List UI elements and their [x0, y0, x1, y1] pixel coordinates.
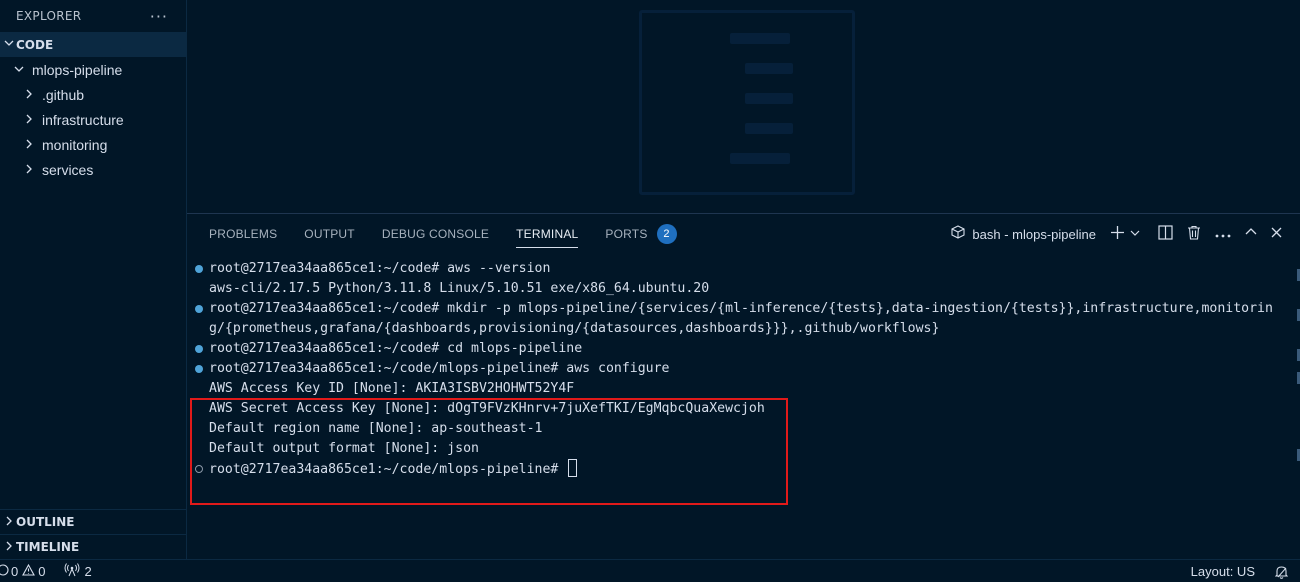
- problems-status[interactable]: 0 0: [0, 563, 46, 579]
- command-decoration-icon[interactable]: [195, 265, 203, 273]
- explorer-title: EXPLORER: [16, 9, 82, 23]
- chevron-down-icon: [2, 38, 16, 51]
- ports-count-badge: 2: [656, 224, 677, 244]
- more-actions-button[interactable]: [1215, 227, 1231, 242]
- ports-count: 2: [84, 564, 92, 579]
- explorer-header: EXPLORER ···: [0, 0, 186, 32]
- command-decoration-icon[interactable]: [195, 305, 203, 313]
- chevron-down-icon[interactable]: [1130, 227, 1140, 242]
- chevron-right-icon: [2, 541, 16, 554]
- chevron-down-icon: [12, 63, 26, 77]
- chevron-right-icon: [22, 138, 36, 152]
- warning-count: 0: [38, 564, 46, 579]
- editor-area: [187, 0, 1300, 213]
- command-decoration-icon[interactable]: [195, 365, 203, 373]
- tree-folder-label: mlops-pipeline: [32, 61, 123, 78]
- section-timeline[interactable]: TIMELINE: [0, 534, 186, 559]
- kill-terminal-button[interactable]: [1187, 225, 1201, 244]
- tree-folder-github[interactable]: .github: [0, 82, 186, 107]
- highlight-annotation-box: [190, 398, 788, 505]
- tree-folder-label: infrastructure: [42, 111, 124, 128]
- chevron-right-icon: [22, 163, 36, 177]
- error-count: 0: [11, 564, 19, 579]
- tree-folder-label: monitoring: [42, 136, 108, 153]
- tab-problems[interactable]: PROBLEMS: [209, 214, 277, 254]
- warning-icon: [22, 563, 36, 579]
- tab-ports[interactable]: PORTS 2: [605, 214, 677, 254]
- tab-output[interactable]: OUTPUT: [304, 214, 355, 254]
- section-outline-label: OUTLINE: [16, 515, 75, 529]
- close-icon: [1271, 227, 1282, 242]
- terminal-box-icon: [951, 225, 965, 243]
- split-icon: [1158, 224, 1173, 244]
- terminal-selector[interactable]: bash - mlops-pipeline: [951, 225, 1096, 243]
- chevron-right-icon: [22, 88, 36, 102]
- tree-folder-mlops-pipeline[interactable]: mlops-pipeline: [0, 57, 186, 82]
- tab-debug-console[interactable]: DEBUG CONSOLE: [382, 214, 489, 254]
- tab-terminal[interactable]: TERMINAL: [516, 214, 579, 254]
- tree-folder-label: .github: [42, 86, 85, 103]
- panel-actions: bash - mlops-pipeline: [937, 214, 1282, 254]
- section-outline[interactable]: OUTLINE: [0, 509, 186, 534]
- maximize-panel-button[interactable]: [1245, 226, 1257, 242]
- split-terminal-button[interactable]: [1158, 224, 1173, 244]
- terminal-line: aws-cli/2.17.5 Python/3.11.8 Linux/5.10.…: [209, 281, 710, 296]
- trash-icon: [1187, 225, 1201, 244]
- terminal-line: AWS Access Key ID [None]: AKIA3ISBV2HOHW…: [209, 381, 575, 396]
- status-right: Layout: US: [1191, 560, 1288, 582]
- section-code-label: CODE: [16, 37, 54, 52]
- tree-folder-label: services: [42, 161, 94, 178]
- terminal-name: bash - mlops-pipeline: [972, 226, 1096, 242]
- bottom-panel: PROBLEMS OUTPUT DEBUG CONSOLE TERMINAL P…: [187, 213, 1300, 559]
- terminal-output[interactable]: root@2717ea34aa865ce1:~/code# aws --vers…: [187, 259, 1292, 505]
- terminal-line: root@2717ea34aa865ce1:~/code# aws --vers…: [187, 259, 1292, 279]
- terminal-line: root@2717ea34aa865ce1:~/code/mlops-pipel…: [187, 359, 1292, 379]
- tab-ports-label: PORTS: [605, 227, 648, 241]
- terminal-line: root@2717ea34aa865ce1:~/code# cd mlops-p…: [187, 339, 1292, 359]
- error-icon: [0, 564, 9, 579]
- ellipsis-icon: [1215, 227, 1231, 242]
- command-decoration-icon[interactable]: [195, 345, 203, 353]
- close-panel-button[interactable]: [1271, 227, 1282, 242]
- chevron-right-icon: [2, 516, 16, 529]
- section-code[interactable]: CODE: [0, 32, 186, 57]
- terminal-line: root@2717ea34aa865ce1:~/code# mkdir -p m…: [187, 299, 1292, 319]
- tree-folder-infrastructure[interactable]: infrastructure: [0, 107, 186, 132]
- sidebar-bottom-sections: OUTLINE TIMELINE: [0, 509, 186, 559]
- status-bar: 0 0 2 Layout: US: [0, 559, 1300, 582]
- chevron-up-icon: [1245, 226, 1257, 242]
- status-left: 0 0 2: [0, 560, 92, 582]
- plus-icon: [1110, 225, 1125, 244]
- keyboard-layout[interactable]: Layout: US: [1191, 564, 1255, 579]
- chevron-right-icon: [22, 113, 36, 127]
- explorer-sidebar: EXPLORER ··· CODE mlops-pipeline .github…: [0, 0, 187, 559]
- terminal-line: g/{prometheus,grafana/{dashboards,provis…: [209, 321, 940, 336]
- new-terminal-button[interactable]: [1110, 225, 1140, 244]
- vscode-watermark-icon: [639, 10, 855, 195]
- more-actions-icon[interactable]: ···: [150, 7, 168, 26]
- section-timeline-label: TIMELINE: [16, 540, 80, 554]
- tree-folder-monitoring[interactable]: monitoring: [0, 132, 186, 157]
- ports-status[interactable]: 2: [64, 563, 92, 580]
- broadcast-icon: [64, 563, 80, 580]
- tree-folder-services[interactable]: services: [0, 157, 186, 182]
- notifications-bell-icon[interactable]: [1275, 565, 1288, 579]
